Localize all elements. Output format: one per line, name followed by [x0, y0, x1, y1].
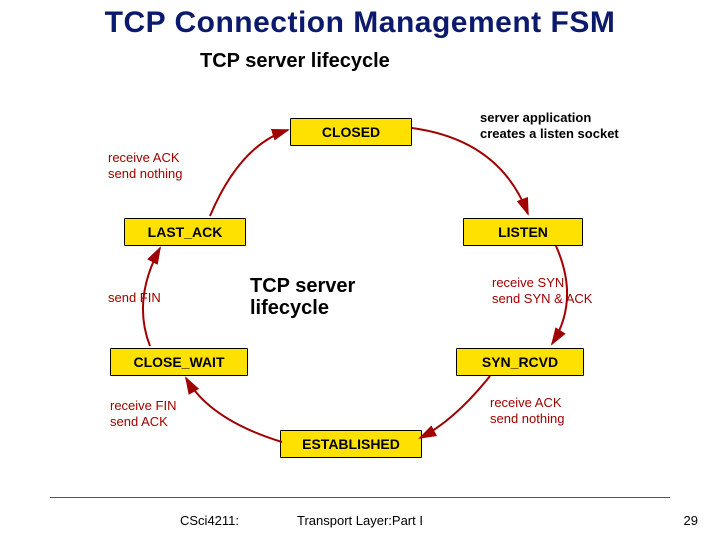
footer-center: Transport Layer:Part I	[0, 513, 720, 528]
fsm-arrows	[0, 0, 720, 540]
footer-rule	[50, 497, 670, 498]
footer-page: 29	[684, 513, 698, 528]
